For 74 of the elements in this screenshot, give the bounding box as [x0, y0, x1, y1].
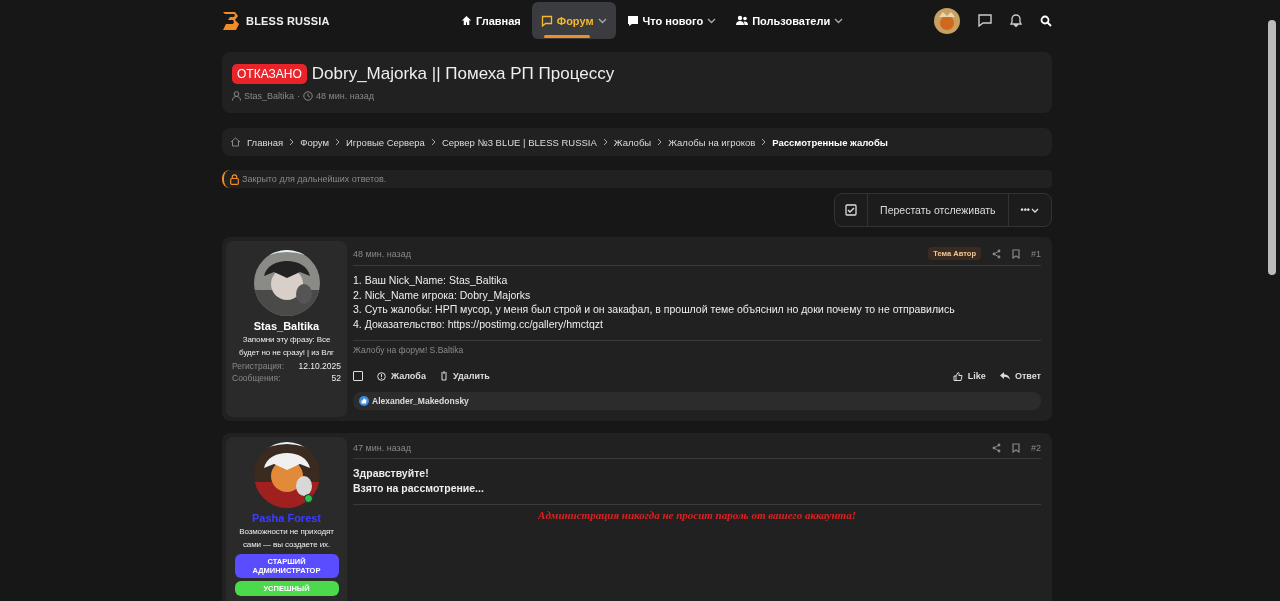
messages-icon[interactable] [978, 14, 992, 27]
chevron-icon [761, 138, 767, 146]
user-status: Запомни эту фразу: Все будет но не сразу! | из Влг [238, 334, 335, 359]
caret-icon [1031, 207, 1039, 213]
like-reaction-icon [359, 396, 369, 406]
bookmark-icon[interactable] [1012, 443, 1020, 453]
logo-icon [222, 10, 240, 31]
checkbox-icon [845, 204, 858, 216]
post-number[interactable]: #1 [1031, 248, 1041, 259]
post-time[interactable]: 48 мин. назад [353, 248, 411, 259]
report-link[interactable]: Жалоба [377, 371, 426, 381]
home-icon [461, 15, 472, 26]
reply-icon [999, 372, 1010, 380]
stat-value: 12.10.2025 [298, 361, 341, 371]
author-link[interactable]: Stas_Baltika [244, 91, 295, 101]
select-checkbox[interactable] [353, 371, 363, 381]
status-label: ОТКАЗАНО [232, 64, 307, 84]
chevron-icon [335, 138, 341, 146]
breadcrumb-link[interactable]: Форум [300, 136, 330, 148]
post-number[interactable]: #2 [1031, 443, 1041, 453]
thread-time: 48 мин. назад [316, 91, 374, 101]
chevron-icon [430, 138, 436, 146]
post-text: 4. Доказательство: https://postimg.cc/gallery/hmctqzt [353, 316, 604, 331]
share-icon[interactable] [992, 443, 1001, 453]
nav-tab[interactable]: Форум [531, 2, 616, 39]
signature-text: Администрация никогда не просит пароль от вашего аккаунта! [353, 504, 1041, 521]
share-icon[interactable] [992, 248, 1001, 259]
reaction-user-link[interactable]: Alexander_Makedonsky [372, 396, 469, 406]
message-icon [626, 14, 639, 27]
logo-text: BLESS RUSSIA [246, 14, 330, 27]
post-text: Взято на рассмотрение... [353, 480, 485, 495]
stat-label: Регистрация: [232, 361, 285, 371]
post-time[interactable]: 47 мин. назад [353, 443, 411, 453]
thumbs-up-icon [952, 371, 963, 381]
breadcrumb-link[interactable]: Жалобы на игроков [668, 136, 756, 148]
user-icon [232, 91, 241, 101]
breadcrumb-link[interactable]: Сервер №3 BLUE | BLESS RUSSIA [441, 136, 597, 148]
chevron-icon [289, 138, 295, 146]
users-icon [736, 15, 749, 26]
breadcrumb-link[interactable]: Жалобы [613, 136, 652, 148]
post-text: 1. Ваш Nick_Name: Stas_Baltika [353, 273, 509, 288]
breadcrumb-link[interactable]: Главная [247, 136, 284, 148]
reply-link[interactable]: Ответ [999, 371, 1041, 381]
bookmark-icon[interactable] [1012, 248, 1020, 259]
breadcrumb-link[interactable]: Игровые Сервера [346, 136, 425, 148]
nav-tab[interactable]: Главная [452, 2, 530, 39]
breadcrumb-link[interactable]: Рассмотренные жалобы [772, 136, 888, 148]
post-text: 3. Суть жалобы: НРП мусор, у меня был строй и он закафал, в прошлой теме объяснил но доки почему то не отправились [353, 302, 956, 317]
thread-title: Dobry_Majorka || Помеха РП Процессу [311, 64, 615, 84]
clock-icon [303, 91, 314, 101]
search-icon[interactable] [1040, 14, 1052, 27]
post-text: Здравствуйте! [353, 466, 430, 481]
unwatch-button[interactable]: Перестать отслеживать [868, 194, 1009, 226]
home-icon[interactable] [230, 137, 241, 147]
username-link[interactable]: Stas_Baltika [253, 320, 320, 332]
delete-link[interactable]: Удалить [439, 371, 490, 381]
nav-tab[interactable]: Что нового [617, 2, 726, 39]
stat-value: 52 [331, 373, 341, 383]
warning-icon [377, 371, 386, 381]
bell-icon[interactable] [1010, 14, 1022, 27]
nav-tab[interactable]: Пользователи [727, 2, 853, 39]
like-link[interactable]: Like [952, 371, 986, 381]
locked-text: Закрыто для дальнейших ответов. [242, 174, 387, 184]
chevron-icon [602, 138, 608, 146]
chat-icon [540, 14, 553, 27]
user-status: Возможности не приходят сами — вы создаете их. [238, 526, 335, 551]
signature-text: Жалобу на форум! S.Baltika [353, 340, 1041, 355]
post-text: 2. Nick_Name игрока: Dobry_Majorks [353, 287, 532, 302]
trash-icon [439, 371, 448, 381]
chevron-icon [657, 138, 663, 146]
more-button[interactable]: ••• [1008, 194, 1051, 226]
lock-icon [230, 173, 239, 185]
separator: · [297, 91, 301, 101]
stat-label: Сообщения: [232, 373, 281, 383]
